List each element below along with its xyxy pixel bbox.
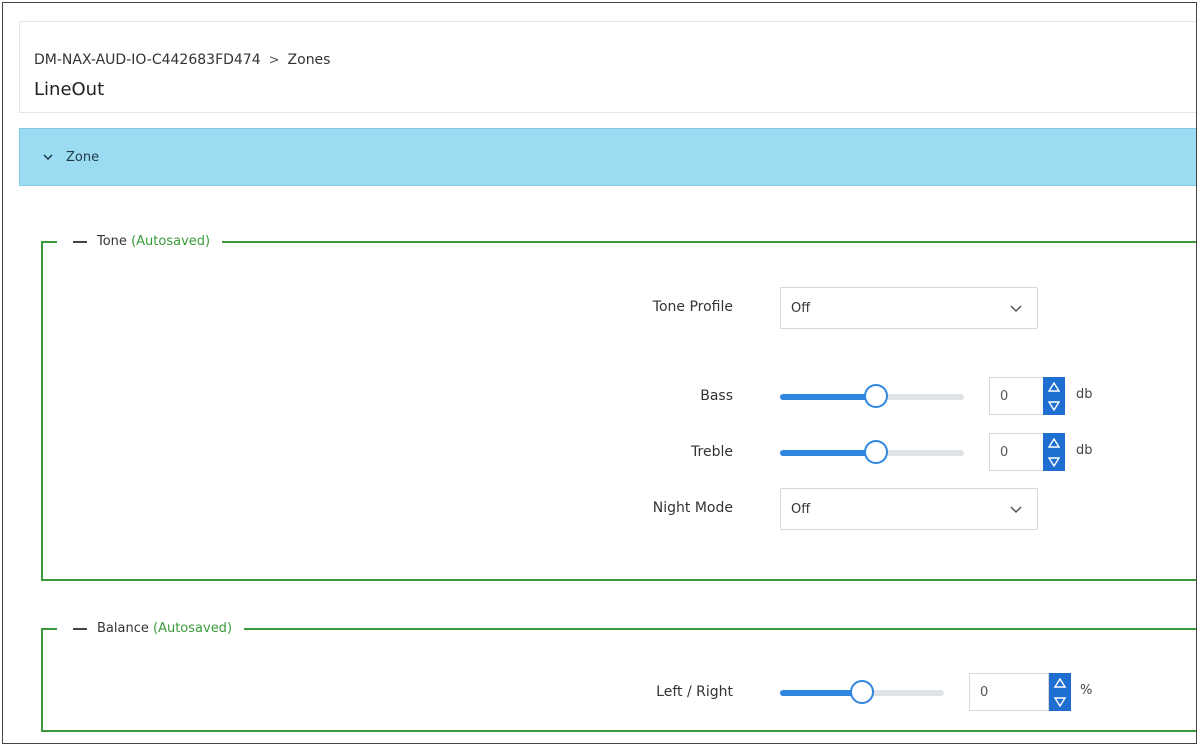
arrow-down-icon[interactable] [1043, 396, 1065, 415]
left-right-stepper[interactable] [1049, 673, 1071, 711]
app-frame: DM-NAX-AUD-IO-C442683FD474 > Zones LineO… [2, 2, 1197, 744]
page-header: DM-NAX-AUD-IO-C442683FD474 > Zones LineO… [19, 21, 1196, 113]
tone-profile-value: Off [791, 300, 811, 316]
left-right-unit: % [1080, 683, 1093, 698]
arrow-up-icon[interactable] [1043, 377, 1065, 396]
slider-fill [780, 394, 876, 400]
balance-autosaved-label: (Autosaved) [153, 621, 233, 636]
slider-fill [780, 450, 876, 456]
breadcrumb-separator: > [268, 52, 280, 68]
balance-legend-title: Balance [97, 621, 149, 636]
page-title: LineOut [34, 79, 105, 100]
slider-handle[interactable] [863, 384, 888, 408]
tone-legend[interactable]: Tone (Autosaved) [57, 232, 223, 252]
night-mode-value: Off [791, 501, 811, 517]
collapse-dash-icon [73, 628, 87, 630]
chevron-down-icon [42, 151, 54, 163]
tone-autosaved-label: (Autosaved) [131, 234, 211, 249]
left-right-slider[interactable] [780, 680, 944, 706]
breadcrumb-zones[interactable]: Zones [288, 52, 331, 68]
breadcrumb-device[interactable]: DM-NAX-AUD-IO-C442683FD474 [34, 52, 261, 68]
arrow-up-icon[interactable] [1043, 433, 1065, 452]
slider-handle[interactable] [863, 440, 888, 464]
tone-profile-label: Tone Profile [652, 299, 733, 315]
tone-legend-title: Tone [97, 234, 127, 249]
treble-unit: db [1076, 443, 1093, 458]
bass-stepper[interactable] [1043, 377, 1065, 415]
night-mode-select[interactable]: Off [780, 488, 1038, 530]
arrow-up-icon[interactable] [1049, 673, 1071, 692]
collapse-dash-icon [73, 241, 87, 243]
tone-group: Tone (Autosaved) Tone Profile Off Bass 0 [41, 232, 1196, 581]
arrow-down-icon[interactable] [1043, 452, 1065, 471]
chevron-down-icon [1009, 503, 1023, 517]
chevron-down-icon [1009, 302, 1023, 316]
breadcrumb: DM-NAX-AUD-IO-C442683FD474 > Zones [34, 52, 330, 68]
balance-legend[interactable]: Balance (Autosaved) [57, 619, 245, 639]
treble-stepper[interactable] [1043, 433, 1065, 471]
night-mode-label: Night Mode [652, 500, 733, 516]
slider-handle[interactable] [850, 680, 874, 704]
zone-section-toggle[interactable]: Zone [19, 128, 1196, 186]
left-right-input[interactable]: 0 [969, 673, 1049, 711]
treble-label: Treble [691, 444, 733, 460]
treble-slider[interactable] [780, 440, 964, 466]
bass-slider[interactable] [780, 384, 964, 410]
zone-section-label: Zone [66, 149, 100, 165]
bass-label: Bass [700, 388, 733, 404]
balance-group: Balance (Autosaved) Left / Right 0 % [41, 619, 1196, 732]
left-right-label: Left / Right [656, 684, 733, 700]
bass-unit: db [1076, 387, 1093, 402]
tone-profile-select[interactable]: Off [780, 287, 1038, 329]
arrow-down-icon[interactable] [1049, 692, 1071, 711]
